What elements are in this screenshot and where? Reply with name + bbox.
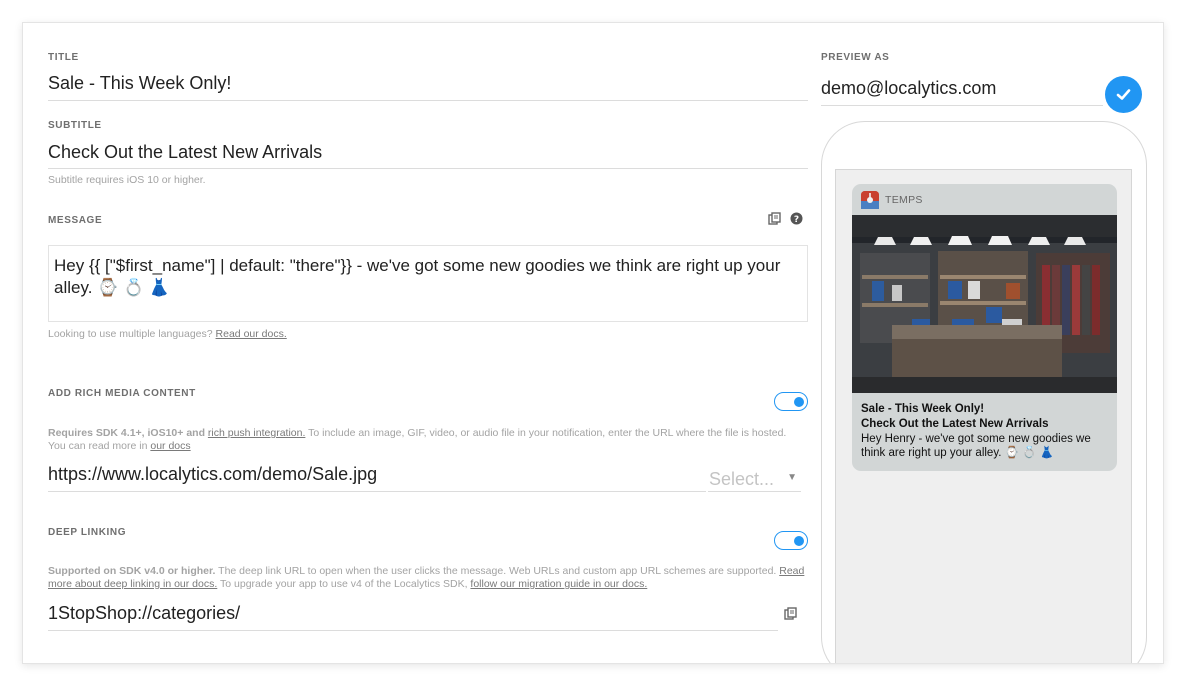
rich-media-label: ADD RICH MEDIA CONTENT xyxy=(48,388,196,399)
subtitle-label: SUBTITLE xyxy=(48,120,102,131)
subtitle-input[interactable]: Check Out the Latest New Arrivals xyxy=(48,142,808,169)
notification-preview: TEMPS Sale - This Week Only! Check Out t… xyxy=(852,184,1117,471)
toggle-knob xyxy=(794,396,804,407)
migration-guide-link[interactable]: follow our migration guide in our docs. xyxy=(470,578,647,590)
deep-link-requirement: Supported on SDK v4.0 or higher. xyxy=(48,565,216,577)
rich-media-note: Requires SDK 4.1+, iOS10+ and rich push … xyxy=(48,427,803,453)
message-docs-link[interactable]: Read our docs. xyxy=(216,328,287,340)
rich-media-docs-link[interactable]: our docs xyxy=(150,440,190,452)
preview-email-input[interactable]: demo@localytics.com xyxy=(821,78,1103,106)
deep-link-input[interactable]: 1StopShop://categories/ xyxy=(48,603,778,631)
chevron-down-icon: ▼ xyxy=(787,472,797,483)
svg-text:?: ? xyxy=(794,215,799,225)
subtitle-note: Subtitle requires iOS 10 or higher. xyxy=(48,174,206,186)
deep-link-note-text2: To upgrade your app to use v4 of the Loc… xyxy=(220,578,468,590)
title-label: TITLE xyxy=(48,52,79,63)
rich-media-requirement: Requires SDK 4.1+, iOS10+ and xyxy=(48,427,205,439)
rich-media-type-select[interactable]: Select... ▼ xyxy=(708,466,801,492)
notification-subtitle: Check Out the Latest New Arrivals xyxy=(861,418,1049,430)
deep-link-label: DEEP LINKING xyxy=(48,527,127,538)
product-image xyxy=(852,215,1117,393)
message-textarea[interactable]: Hey {{ ["$first_name"] | default: "there… xyxy=(48,245,808,322)
rich-media-url-input[interactable]: https://www.localytics.com/demo/Sale.jpg xyxy=(48,464,706,492)
select-placeholder: Select... xyxy=(709,469,775,489)
rich-push-link[interactable]: rich push integration. xyxy=(208,427,305,439)
preview-confirm-button[interactable] xyxy=(1105,76,1142,113)
variables-icon[interactable] xyxy=(784,607,797,625)
toggle-knob xyxy=(794,535,804,546)
message-note: Looking to use multiple languages? Read … xyxy=(48,328,287,341)
preview-label: PREVIEW AS xyxy=(821,52,890,63)
app-icon xyxy=(861,191,879,209)
deep-link-note-text: The deep link URL to open when the user … xyxy=(218,565,777,577)
notification-title: Sale - This Week Only! xyxy=(861,403,985,415)
title-input[interactable]: Sale - This Week Only! xyxy=(48,73,808,101)
notification-body: Hey Henry - we've got some new goodies w… xyxy=(861,433,1091,459)
message-label: MESSAGE xyxy=(48,215,103,226)
rich-media-toggle[interactable] xyxy=(774,392,808,411)
deep-link-toggle[interactable] xyxy=(774,531,808,550)
app-name: TEMPS xyxy=(885,194,923,206)
variables-icon[interactable] xyxy=(768,212,781,228)
push-message-editor: TITLE Sale - This Week Only! SUBTITLE Ch… xyxy=(22,22,1164,664)
deep-link-note: Supported on SDK v4.0 or higher. The dee… xyxy=(48,565,808,591)
message-note-text: Looking to use multiple languages? xyxy=(48,328,213,340)
help-icon[interactable]: ? xyxy=(790,212,803,230)
check-icon xyxy=(1116,89,1131,100)
